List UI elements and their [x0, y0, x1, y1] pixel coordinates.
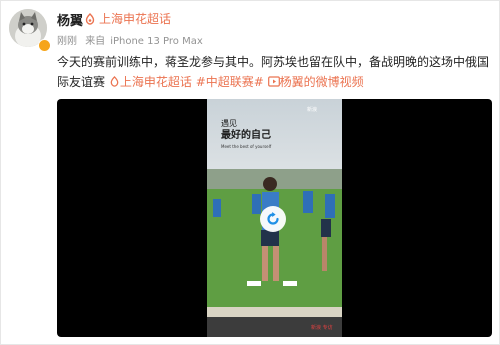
play-button[interactable] — [260, 206, 286, 232]
weibo-post: 杨翼 上海申花超话 刚刚 来自 iPhone 13 Pro Max 今天的赛前训练… — [0, 0, 500, 345]
hashtag-topic-link[interactable]: 上海申花超话 — [109, 75, 196, 89]
post-time[interactable]: 刚刚 — [57, 36, 77, 47]
topic-tag-label: 上海申花超话 — [99, 12, 172, 26]
post-text: 今天的赛前训练中，蒋圣龙参与其中。阿苏埃也留在队中，备战明晚的这场中俄国际友谊赛… — [57, 52, 492, 92]
post-meta: 刚刚 来自 iPhone 13 Pro Max — [57, 32, 208, 47]
play-icon — [267, 212, 279, 225]
supertopic-icon — [110, 76, 119, 87]
hashtag-topic-label: 上海申花超话 — [119, 75, 192, 89]
svg-text:Meet the best of yourself: Meet the best of yourself — [221, 144, 272, 149]
svg-text:最好的自己: 最好的自己 — [221, 128, 271, 141]
video-player[interactable]: 遇见 最好的自己 Meet the best of yourself 新浪 新浪… — [57, 99, 492, 337]
video-caption-title: 遇见 — [221, 119, 237, 128]
source-device: iPhone 13 Pro Max — [110, 36, 203, 47]
svg-text:新浪: 新浪 — [307, 106, 317, 113]
username[interactable]: 杨翼 — [57, 10, 83, 29]
svg-text:新浪 专访: 新浪 专访 — [311, 324, 333, 331]
video-icon — [267, 76, 280, 87]
source-prefix: 来自 — [85, 36, 106, 47]
supertopic-icon — [85, 12, 95, 25]
hashtag-link[interactable]: #中超联赛# — [196, 75, 264, 89]
topic-tag-link[interactable]: 上海申花超话 — [84, 10, 171, 27]
video-link-label: 杨翼的微博视频 — [279, 75, 364, 89]
video-link[interactable]: 杨翼的微博视频 — [267, 75, 364, 89]
verified-badge-icon — [38, 39, 51, 52]
